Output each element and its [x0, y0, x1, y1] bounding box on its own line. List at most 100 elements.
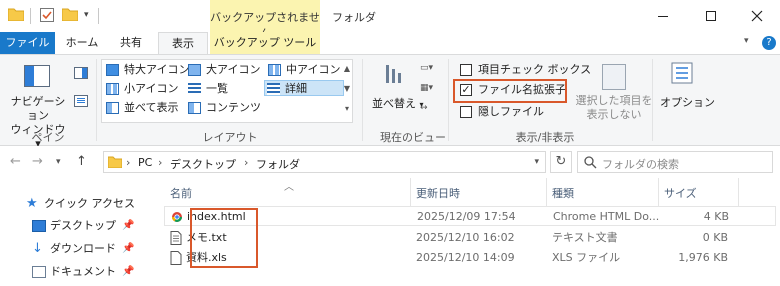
breadcrumb-separator: › — [126, 156, 131, 169]
hidden-items-label: 隠しファイル — [478, 105, 544, 118]
context-tab-title: バックアップされません — [210, 0, 320, 40]
properties-check-icon[interactable] — [40, 8, 54, 22]
layout-gallery: 特大アイコン 大アイコン 中アイコン 小アイコン 一覧 詳細 並べて表示 コンテ… — [101, 59, 353, 123]
add-columns-icon[interactable]: ▦▾ — [420, 83, 440, 97]
forward-arrow-icon[interactable]: → — [32, 154, 43, 169]
breadcrumb-desktop[interactable]: デスクトップ — [170, 156, 236, 172]
layout-tiles[interactable]: 並べて表示 — [104, 100, 179, 116]
pin-icon[interactable]: 📌 — [122, 266, 134, 277]
gallery-scroll-up-icon[interactable]: ▲ — [341, 59, 353, 79]
group-separator — [96, 59, 97, 141]
item-checkboxes-option[interactable]: 項目チェック ボックス — [460, 62, 591, 78]
pin-icon[interactable]: 📌 — [122, 220, 134, 231]
expand-ribbon-icon[interactable]: ▾ — [744, 36, 758, 50]
column-header-modified[interactable]: 更新日時 — [410, 184, 546, 204]
layout-details[interactable]: 詳細 — [264, 80, 344, 96]
layout-content[interactable]: コンテンツ — [186, 100, 261, 116]
folder-icon[interactable] — [8, 8, 24, 21]
breadcrumb-pc[interactable]: PC — [138, 156, 152, 169]
group-label-layout: レイアウト — [202, 131, 258, 144]
details-pane-icon[interactable] — [74, 95, 88, 107]
layout-small-icons[interactable]: 小アイコン — [104, 81, 178, 97]
folder-icon — [108, 156, 122, 168]
navigation-pane-label-1: ナビゲーション — [10, 95, 66, 122]
nav-item-label: クイック アクセス — [44, 197, 135, 210]
nav-desktop[interactable]: デスクトップ — [30, 216, 116, 236]
address-dropdown-icon[interactable]: ▾ — [534, 157, 539, 167]
options-button[interactable]: オプション — [660, 94, 715, 110]
large-icons-icon — [188, 64, 201, 76]
layout-medium-icons[interactable]: 中アイコン — [266, 62, 340, 78]
pin-icon[interactable]: 📌 — [122, 243, 134, 254]
layout-item-label: 小アイコン — [124, 82, 179, 95]
group-separator — [448, 59, 449, 141]
gallery-scroll-down-icon[interactable]: ▼ — [341, 79, 353, 99]
sort-by-button[interactable]: 並べ替え ▾ — [372, 95, 424, 111]
tab-backup-tools[interactable]: バックアップ ツール — [210, 32, 320, 54]
group-label-show-hide: 表示/非表示 — [515, 131, 575, 144]
list-icon — [188, 83, 201, 95]
address-bar[interactable]: › PC › デスクトップ › フォルダ ▾ — [103, 151, 546, 173]
item-checkboxes-label: 項目チェック ボックス — [478, 63, 592, 76]
breadcrumb-folder[interactable]: フォルダ — [256, 156, 300, 172]
recent-locations-icon[interactable]: ▾ — [56, 157, 61, 167]
layout-item-label: 中アイコン — [286, 63, 341, 76]
group-label-pane: ペイン — [31, 131, 65, 144]
new-folder-icon[interactable] — [62, 8, 78, 21]
nav-downloads[interactable]: ↓ ダウンロード — [30, 239, 116, 259]
group-separator — [362, 59, 363, 141]
sort-by-icon[interactable] — [384, 63, 406, 85]
search-box[interactable]: フォルダの検索 — [577, 151, 773, 173]
column-header-size[interactable]: サイズ — [658, 184, 738, 204]
close-button[interactable] — [734, 0, 780, 32]
nav-quick-access[interactable]: ★ クイック アクセス — [24, 194, 135, 214]
download-icon: ↓ — [32, 241, 43, 256]
column-separator[interactable] — [738, 178, 739, 206]
help-icon[interactable]: ? — [762, 36, 776, 50]
layout-item-label: コンテンツ — [206, 101, 261, 114]
layout-item-label: 一覧 — [206, 82, 228, 95]
file-size: 4 KB — [703, 210, 729, 223]
nav-item-label: ドキュメント — [50, 265, 116, 278]
nav-documents[interactable]: ドキュメント — [30, 262, 116, 282]
star-icon: ★ — [26, 196, 38, 211]
preview-pane-icon[interactable] — [74, 67, 88, 79]
customize-quick-access-icon[interactable]: ▾ — [84, 10, 89, 20]
tab-share[interactable]: 共有 — [108, 32, 154, 54]
layout-extra-large-icons[interactable]: 特大アイコン — [104, 62, 189, 78]
up-arrow-icon[interactable]: ↑ — [76, 154, 87, 169]
size-columns-icon[interactable]: ↔ — [420, 103, 440, 117]
layout-item-label: 詳細 — [285, 82, 307, 95]
maximize-button[interactable] — [688, 0, 734, 32]
hide-selected-label-2: 表示しない — [586, 108, 642, 121]
layout-large-icons[interactable]: 大アイコン — [186, 62, 260, 78]
file-modified: 2025/12/09 17:54 — [417, 210, 516, 223]
close-icon — [751, 10, 763, 22]
file-type: XLS ファイル — [552, 251, 621, 264]
tiles-icon — [106, 102, 119, 114]
hidden-items-checkbox[interactable] — [460, 106, 472, 118]
breadcrumb-separator: › — [244, 156, 249, 169]
quick-access-separator — [30, 8, 31, 24]
layout-list[interactable]: 一覧 — [186, 81, 228, 97]
minimize-button[interactable] — [640, 0, 686, 32]
file-modified: 2025/12/10 14:09 — [416, 251, 515, 264]
column-header-name[interactable]: 名前 — [164, 184, 410, 204]
column-header-type[interactable]: 種類 — [546, 184, 658, 204]
hidden-items-option[interactable]: 隠しファイル — [460, 104, 544, 120]
group-by-icon[interactable]: ▭▾ — [420, 63, 440, 77]
title-bar: ▾ バックアップされません フォルダ — [0, 0, 780, 40]
refresh-button[interactable]: ↻ — [550, 151, 572, 173]
navigation-pane-icon[interactable] — [24, 65, 50, 87]
gallery-expand-icon[interactable]: ▾ — [341, 99, 353, 119]
back-arrow-icon[interactable]: ← — [10, 154, 21, 169]
sort-by-label: 並べ替え — [372, 97, 416, 110]
tab-view[interactable]: 表示 — [158, 32, 208, 55]
hide-selected-items-button[interactable]: 選択した項目を 表示しない — [574, 94, 654, 122]
tab-file[interactable]: ファイル — [0, 32, 55, 54]
file-extensions-highlight — [453, 79, 567, 103]
tab-home[interactable]: ホーム — [58, 32, 106, 54]
item-checkboxes-checkbox[interactable] — [460, 64, 472, 76]
options-icon[interactable] — [670, 62, 694, 84]
address-bar-row: ← → ▾ ↑ › PC › デスクトップ › フォルダ ▾ ↻ フォルダの検索 — [0, 146, 780, 178]
